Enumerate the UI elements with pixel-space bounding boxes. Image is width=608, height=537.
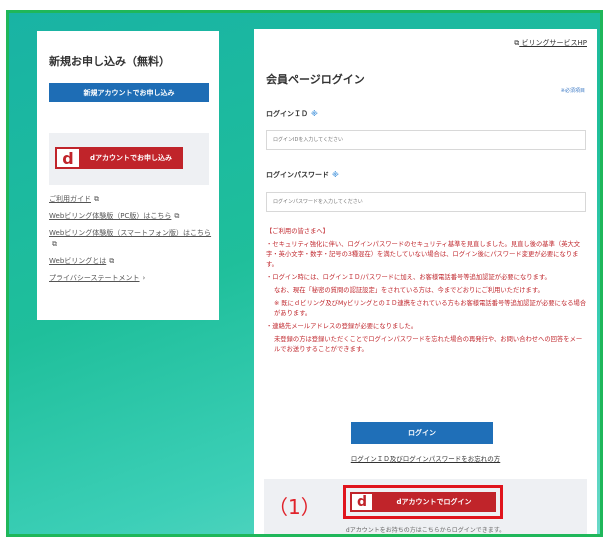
- login-title: 会員ページログイン: [266, 73, 365, 86]
- about-web-billing-link[interactable]: Webビリングとは ⧉: [49, 256, 214, 267]
- trial-smartphone-link[interactable]: Webビリング体験版（スマートフォン版）はこちら⧉: [49, 228, 214, 250]
- privacy-statement-link[interactable]: プライバシーステートメント ›: [49, 273, 214, 284]
- login-id-input[interactable]: [266, 130, 586, 150]
- d-account-signup-label: dアカウントでお申し込み: [89, 154, 172, 162]
- notice-item: ・ログイン時には、ログインＩＤ/パスワードに加え、お客様電話番号等追加認証が必要…: [266, 274, 551, 281]
- notice-item: ・セキュリティ強化に伴い、ログインパスワードのセキュリティ基準を見直しました。見…: [266, 241, 581, 268]
- notice-text: 【ご利用の皆さまへ】 ・セキュリティ強化に伴い、ログインパスワードのセキュリティ…: [266, 227, 588, 358]
- external-link-icon: ⧉: [174, 212, 180, 220]
- annotation-label: （1）: [268, 495, 321, 519]
- signup-title: 新規お申し込み（無料）: [49, 55, 170, 68]
- d-logo-icon: d: [57, 149, 79, 168]
- signup-links: ご利用ガイド ⧉ Webビリング体験版（PC版）はこちら ⧉ Webビリング体験版（…: [49, 194, 214, 290]
- billing-hp-link[interactable]: ⧉ ビリングサービスHP: [511, 38, 587, 48]
- notice-item: なお、現在「秘密の質問の認証設定」をされている方は、今までどおりにご利用いただけ…: [274, 287, 544, 294]
- d-account-login-box: （1） d dアカウントでログイン dアカウントをお持ちの方はこちらからログイン…: [264, 479, 587, 534]
- required-mark: ※: [332, 171, 339, 179]
- d-account-login-button[interactable]: d dアカウントでログイン: [350, 492, 496, 512]
- signup-panel: 新規お申し込み（無料） 新規アカウントでお申し込み d dアカウントでお申し込み…: [37, 31, 219, 320]
- new-account-button[interactable]: 新規アカウントでお申し込み: [49, 83, 209, 102]
- notice-item: 未登録の方は登録いただくことでログインパスワードを忘れた場合の再発行や、お問い合…: [274, 336, 583, 353]
- screenshot-frame: 新規お申し込み（無料） 新規アカウントでお申し込み d dアカウントでお申し込み…: [6, 10, 603, 537]
- trial-pc-link[interactable]: Webビリング体験版（PC版）はこちら ⧉: [49, 211, 214, 222]
- password-input[interactable]: [266, 192, 586, 212]
- d-account-login-label: dアカウントでログイン: [396, 498, 472, 506]
- forgot-credentials-link[interactable]: ログインＩＤ及びログインパスワードをお忘れの方: [254, 453, 597, 463]
- required-note: ※必須項目: [560, 88, 585, 94]
- login-button[interactable]: ログイン: [351, 422, 493, 444]
- login-id-label: ログインＩＤ ※: [266, 110, 318, 118]
- d-account-signup-box: d dアカウントでお申し込み: [49, 133, 209, 185]
- d-account-signup-button[interactable]: d dアカウントでお申し込み: [55, 147, 183, 169]
- notice-item: ・連絡先メールアドレスの登録が必要になりました。: [266, 323, 418, 330]
- login-panel: ⧉ ビリングサービスHP 会員ページログイン ※必須項目 ログインＩＤ ※ ログイ…: [254, 29, 597, 534]
- usage-guide-link[interactable]: ご利用ガイド ⧉: [49, 194, 214, 205]
- arrow-icon: ›: [142, 274, 146, 282]
- d-account-login-note: dアカウントをお持ちの方はこちらからログインできます。: [345, 527, 506, 534]
- external-link-icon: ⧉: [52, 240, 57, 248]
- password-label: ログインパスワード ※: [266, 171, 339, 179]
- d-logo-icon: d: [352, 494, 372, 510]
- required-mark: ※: [311, 110, 318, 118]
- external-link-icon: ⧉: [94, 195, 99, 203]
- notice-heading: 【ご利用の皆さまへ】: [266, 228, 329, 235]
- notice-item: ※ 既にｄビリング及びMyビリングとのＩＤ連携をされている方もお客様電話番号等追…: [274, 300, 587, 317]
- external-link-icon: ⧉: [109, 257, 115, 265]
- external-link-icon: ⧉: [514, 39, 520, 47]
